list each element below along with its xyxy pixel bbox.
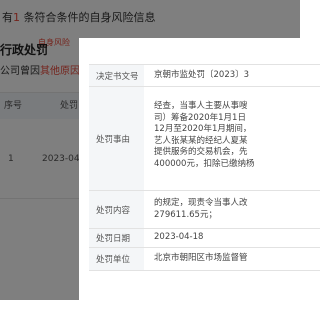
penalty-detail-table: 决定书文号 京朝市监处罚〔2023〕3 处罚事由 经查，当事人主要从事嗖 司）筹… <box>89 64 320 271</box>
detail-value-line: 的规定，现责令当事人改 <box>154 198 248 208</box>
detail-value-line: 司）筹备2020年1月1日 <box>154 112 246 123</box>
detail-value-line: 艺人张某某的经纪人夏某 <box>154 135 248 146</box>
detail-label: 处罚事由 <box>89 87 144 190</box>
detail-row-content: 处罚内容 的规定，现责令当事人改 279611.65元； <box>89 191 320 229</box>
detail-row-date: 处罚日期 2023-04-18 <box>89 229 320 248</box>
penalty-detail-modal: 决定书文号 京朝市监处罚〔2023〕3 处罚事由 经查，当事人主要从事嗖 司）筹… <box>79 38 320 318</box>
detail-label: 处罚内容 <box>89 191 144 228</box>
detail-value: 北京市朝阳区市场监督管 <box>154 253 248 264</box>
detail-row-reason: 处罚事由 经查，当事人主要从事嗖 司）筹备2020年1月1日 12月至2020年… <box>89 87 320 191</box>
detail-value-line: 12月至2020年1月期间， <box>154 124 252 134</box>
detail-value: 2023-04-18 <box>154 232 204 243</box>
detail-value-line: 400000元，扣除已缴纳杨 <box>154 158 255 169</box>
detail-value-line: 经查，当事人主要从事嗖 <box>154 101 248 111</box>
detail-label: 处罚单位 <box>89 248 144 270</box>
detail-row-decision-number: 决定书文号 京朝市监处罚〔2023〕3 <box>89 65 320 87</box>
detail-row-authority: 处罚单位 北京市朝阳区市场监督管 <box>89 248 320 271</box>
detail-value: 经查，当事人主要从事嗖 司）筹备2020年1月1日 12月至2020年1月期间，… <box>144 87 320 190</box>
detail-value: 京朝市监处罚〔2023〕3 <box>154 69 250 80</box>
detail-label: 决定书文号 <box>89 65 144 86</box>
detail-value: 的规定，现责令当事人改 279611.65元； <box>144 191 320 228</box>
detail-value-line: 提供服务的交易机会，先 <box>154 147 248 157</box>
detail-value-line: 279611.65元； <box>154 209 217 220</box>
detail-label: 处罚日期 <box>89 229 144 247</box>
